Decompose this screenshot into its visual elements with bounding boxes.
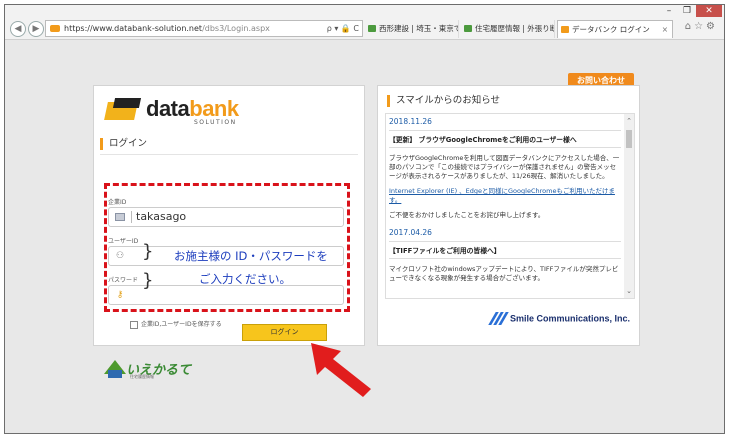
news-heading: 【TIFFファイルをご利用の皆様へ】	[389, 241, 621, 259]
close-window-button[interactable]: ✕	[696, 5, 722, 17]
logo-bank: bank	[189, 96, 239, 121]
annotation-brace: }	[142, 241, 154, 262]
news-link[interactable]: Internet Explorer (IE) 、Edgeと同様にGoogleCh…	[389, 187, 615, 204]
restore-button[interactable]: ❐	[678, 5, 696, 17]
remember-label: 企業ID,ユーザーIDを保存する	[141, 321, 222, 328]
iekarute-logo: いえかるて 住宅履歴情報	[104, 354, 191, 380]
news-link-para: Internet Explorer (IE) 、Edgeと同様にGoogleCh…	[389, 187, 621, 205]
news-date: 2018.11.26	[389, 117, 432, 126]
remember-checkbox[interactable]: 企業ID,ユーザーIDを保存する	[130, 319, 222, 329]
tab-label: 西形建設 | 埼玉・東京で自...	[379, 24, 458, 33]
iekarute-logo-sub: 住宅履歴情報	[130, 374, 154, 379]
smile-logo-icon	[488, 312, 509, 326]
login-panel: databank SOLUTION ログイン 企業ID takasago ユーザ…	[93, 85, 365, 379]
login-title: ログイン	[100, 138, 147, 150]
divider	[100, 154, 358, 155]
house-body	[108, 370, 122, 378]
tab-favicon-icon	[561, 26, 569, 33]
window-controls: – ❐ ✕	[660, 5, 722, 18]
url-domain: https://www.databank-solution.net	[64, 24, 203, 33]
tab-nishigata[interactable]: 西形建設 | 埼玉・東京で自...	[365, 20, 459, 38]
news-panel: スマイルからのお知らせ 2018.11.26 【更新】 ブラウザGoogleCh…	[377, 85, 640, 346]
tab-favicon-icon	[464, 25, 472, 32]
news-scrollbar[interactable]: ⌃ ⌄	[624, 114, 634, 298]
red-arrow-icon	[311, 343, 371, 397]
tab-favicon-icon	[368, 25, 376, 32]
tab-databank-login[interactable]: データバンク ログイン ×	[557, 20, 673, 38]
scroll-down-icon[interactable]: ⌄	[624, 286, 634, 296]
minimize-button[interactable]: –	[660, 5, 678, 17]
login-button[interactable]: ログイン	[242, 324, 327, 341]
address-controls[interactable]: ρ ▾ 🔒 C	[327, 21, 359, 36]
address-bar[interactable]: https://www.databank-solution.net/dbs3/L…	[45, 20, 363, 37]
news-title: スマイルからのお知らせ	[387, 95, 500, 107]
tab-close-icon[interactable]: ×	[662, 21, 668, 38]
smile-logo: Smile Communications, Inc.	[488, 312, 631, 326]
logo-subtitle: SOLUTION	[194, 119, 237, 126]
annotation-line-2: ご入力ください。	[199, 272, 291, 286]
company-name: Smile Communications, Inc.	[510, 313, 631, 324]
news-body: マイクロソフト社のwindowsアップデートにより、TIFFファイルが突然プレビ…	[389, 265, 619, 282]
scroll-up-icon[interactable]: ⌃	[624, 116, 634, 126]
browser-window: – ❐ ✕ ◀ ▶ https://www.databank-solution.…	[4, 4, 725, 434]
news-footer: ご不便をおかけしましたことをお詫び申し上げます。	[389, 211, 545, 219]
address-url: https://www.databank-solution.net/dbs3/L…	[64, 21, 270, 36]
page-content: お問い合わせ databank SOLUTION ログイン 企業ID takas…	[5, 40, 724, 433]
scroll-thumb[interactable]	[626, 130, 632, 148]
back-icon[interactable]: ◀	[10, 21, 26, 37]
tab-label: 住宅履歴情報 | 外張り断...	[475, 24, 554, 33]
tab-label: データバンク ログイン	[572, 25, 650, 34]
forward-icon[interactable]: ▶	[28, 21, 44, 37]
logo-data: data	[146, 96, 190, 121]
annotation-brace: }	[142, 270, 154, 291]
toolbar-icons[interactable]: ⌂☆⚙	[685, 21, 718, 32]
annotation-line-1: お施主様の ID・パスワードを	[174, 249, 328, 263]
url-path: /dbs3/Login.aspx	[202, 24, 270, 33]
news-heading: 【更新】 ブラウザGoogleChromeをご利用のユーザー様へ	[389, 130, 621, 148]
checkbox-icon[interactable]	[130, 320, 138, 329]
tab-jutaku[interactable]: 住宅履歴情報 | 外張り断...	[461, 20, 555, 38]
site-favicon-icon	[50, 25, 60, 32]
news-date: 2017.04.26	[389, 228, 432, 237]
databank-logo-icon	[104, 98, 142, 122]
news-body: ブラウザGoogleChromeを利用して図面データバンクにアクセスした場合、一…	[389, 154, 620, 180]
browser-chrome: – ❐ ✕ ◀ ▶ https://www.databank-solution.…	[5, 5, 724, 40]
news-list[interactable]: 2018.11.26 【更新】 ブラウザGoogleChromeをご利用のユーザ…	[385, 113, 635, 299]
